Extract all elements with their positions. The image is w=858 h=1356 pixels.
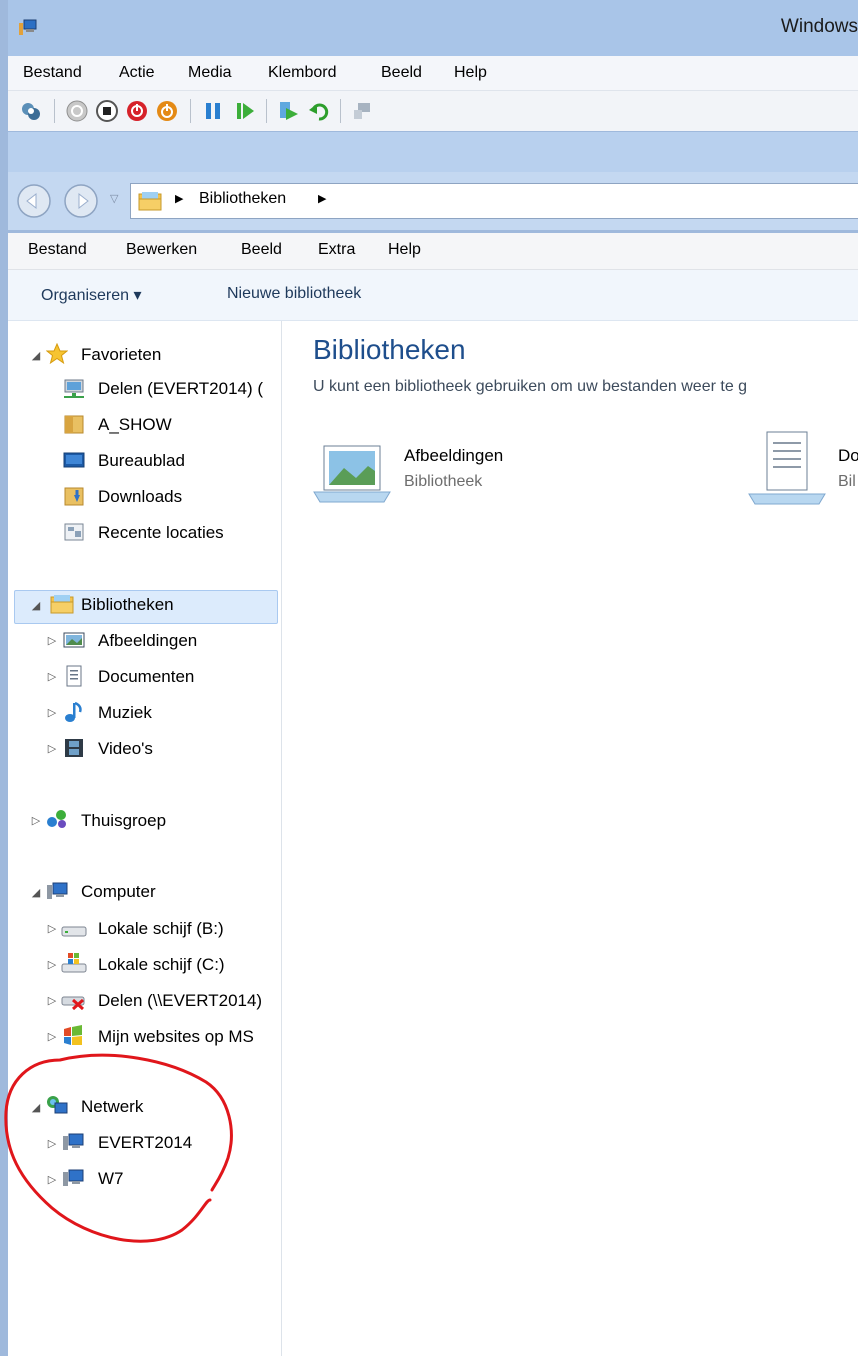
collapse-arrow-icon[interactable]: ◢ xyxy=(30,600,42,612)
window-title: Windows xyxy=(780,16,858,37)
library-documenten-name[interactable]: Do xyxy=(838,446,858,466)
star-icon xyxy=(46,343,68,365)
pictures-library-large-icon[interactable] xyxy=(310,440,394,506)
library-afbeeldingen-name[interactable]: Afbeeldingen xyxy=(404,446,503,466)
recent-places-icon xyxy=(64,523,84,541)
computer-icon xyxy=(47,882,68,899)
vm-toolbar xyxy=(8,91,858,131)
menu-bewerken[interactable]: Bewerken xyxy=(126,241,197,259)
folder-icon xyxy=(64,415,84,434)
nav-lib-documenten[interactable]: Documenten xyxy=(98,662,194,692)
vm-menu-bestand[interactable]: Bestand xyxy=(23,64,82,82)
nav-libraries[interactable]: Bibliotheken xyxy=(81,590,174,620)
command-bar: Organiseren ▾ Nieuwe bibliotheek xyxy=(8,270,858,321)
page-subtitle: U kunt een bibliotheek gebruiken om uw b… xyxy=(313,378,748,395)
downloads-folder-icon xyxy=(64,487,84,506)
nav-fav-recente-locaties[interactable]: Recente locaties xyxy=(98,518,224,548)
expand-arrow-icon[interactable]: ▷ xyxy=(46,995,58,1007)
menu-extra[interactable]: Extra xyxy=(318,241,355,259)
expand-arrow-icon[interactable]: ▷ xyxy=(46,671,58,683)
vm-menu-help[interactable]: Help xyxy=(454,64,487,82)
turn-off-icon[interactable] xyxy=(96,100,118,122)
nav-drive-c[interactable]: Lokale schijf (C:) xyxy=(98,950,225,980)
libraries-folder-icon xyxy=(138,192,162,211)
enhanced-session-icon[interactable] xyxy=(352,100,374,122)
back-button[interactable] xyxy=(16,183,52,219)
forward-button[interactable] xyxy=(63,183,99,219)
revert-icon[interactable] xyxy=(308,100,330,122)
nav-computer[interactable]: Computer xyxy=(81,877,156,907)
nav-lib-afbeeldingen[interactable]: Afbeeldingen xyxy=(98,626,197,656)
pause-icon[interactable] xyxy=(202,100,224,122)
expand-arrow-icon[interactable]: ▷ xyxy=(46,743,58,755)
organize-button[interactable]: Organiseren ▾ xyxy=(41,285,142,305)
documents-library-large-icon[interactable] xyxy=(745,428,829,508)
power-orange-icon[interactable] xyxy=(156,100,178,122)
breadcrumb-bibliotheken[interactable]: Bibliotheken xyxy=(199,190,286,208)
documents-library-icon xyxy=(66,665,82,687)
shutdown-icon[interactable] xyxy=(126,100,148,122)
title-bar: Windows xyxy=(8,0,858,56)
homegroup-icon xyxy=(47,810,66,828)
page-title: Bibliotheken xyxy=(313,334,466,365)
new-library-button[interactable]: Nieuwe bibliotheek xyxy=(227,285,361,303)
library-afbeeldingen-type: Bibliotheek xyxy=(404,473,483,490)
pictures-library-icon xyxy=(63,632,85,648)
expand-arrow-icon[interactable]: ▷ xyxy=(46,707,58,719)
breadcrumb-chevron-icon[interactable]: ▶ xyxy=(318,192,326,205)
collapse-arrow-icon[interactable]: ◢ xyxy=(30,887,42,899)
expand-arrow-icon[interactable]: ▷ xyxy=(46,959,58,971)
nav-homegroup[interactable]: Thuisgroep xyxy=(81,806,166,836)
explorer-menu-bar: Bestand Bewerken Beeld Extra Help xyxy=(8,233,858,270)
nav-fav-a-show[interactable]: A_SHOW xyxy=(98,410,172,440)
collapse-arrow-icon[interactable]: ◢ xyxy=(30,350,42,362)
menu-bestand[interactable]: Bestand xyxy=(28,241,87,259)
nav-fav-downloads[interactable]: Downloads xyxy=(98,482,182,512)
menu-help[interactable]: Help xyxy=(388,241,421,259)
drive-icon xyxy=(61,926,87,937)
vm-menu-bar: Bestand Actie Media Klembord Beeld Help xyxy=(8,56,858,91)
ctrl-alt-del-icon[interactable] xyxy=(20,100,42,122)
expand-arrow-icon[interactable]: ▷ xyxy=(46,635,58,647)
network-share-icon xyxy=(64,379,84,398)
disconnected-drive-icon xyxy=(61,996,85,1010)
nav-fav-bureaublad[interactable]: Bureaublad xyxy=(98,446,185,476)
music-library-icon xyxy=(65,701,82,722)
checkpoint-icon[interactable] xyxy=(278,100,300,122)
vm-app-icon xyxy=(19,19,37,35)
library-documenten-type: Bil xyxy=(838,473,856,490)
desktop-icon xyxy=(63,452,85,468)
expand-arrow-icon[interactable]: ▷ xyxy=(30,815,42,827)
start-gray-icon[interactable] xyxy=(66,100,88,122)
vm-menu-actie[interactable]: Actie xyxy=(119,64,155,82)
vm-menu-beeld[interactable]: Beeld xyxy=(381,64,422,82)
expand-arrow-icon[interactable]: ▷ xyxy=(46,923,58,935)
explorer-title-band xyxy=(8,132,858,172)
nav-favorites[interactable]: Favorieten xyxy=(81,340,161,370)
menu-beeld[interactable]: Beeld xyxy=(241,241,282,259)
nav-lib-muziek[interactable]: Muziek xyxy=(98,698,152,728)
video-library-icon xyxy=(65,739,83,757)
red-annotation-circle xyxy=(4,1053,233,1243)
resume-icon[interactable] xyxy=(234,100,256,122)
nav-delen-evert2014[interactable]: Delen (\\EVERT2014) xyxy=(98,986,276,1016)
breadcrumb-separator-icon[interactable]: ▶ xyxy=(175,192,183,205)
windows-drive-icon xyxy=(61,953,87,973)
recent-pages-chevron-icon[interactable]: ▽ xyxy=(110,192,118,205)
vm-menu-media[interactable]: Media xyxy=(188,64,232,82)
nav-drive-b[interactable]: Lokale schijf (B:) xyxy=(98,914,224,944)
address-bar[interactable]: ▶ Bibliotheken ▶ xyxy=(130,183,858,219)
nav-lib-videos[interactable]: Video's xyxy=(98,734,153,764)
vm-menu-klembord[interactable]: Klembord xyxy=(268,64,336,82)
libraries-icon xyxy=(50,595,74,614)
nav-fav-delen[interactable]: Delen (EVERT2014) ( xyxy=(98,374,276,404)
